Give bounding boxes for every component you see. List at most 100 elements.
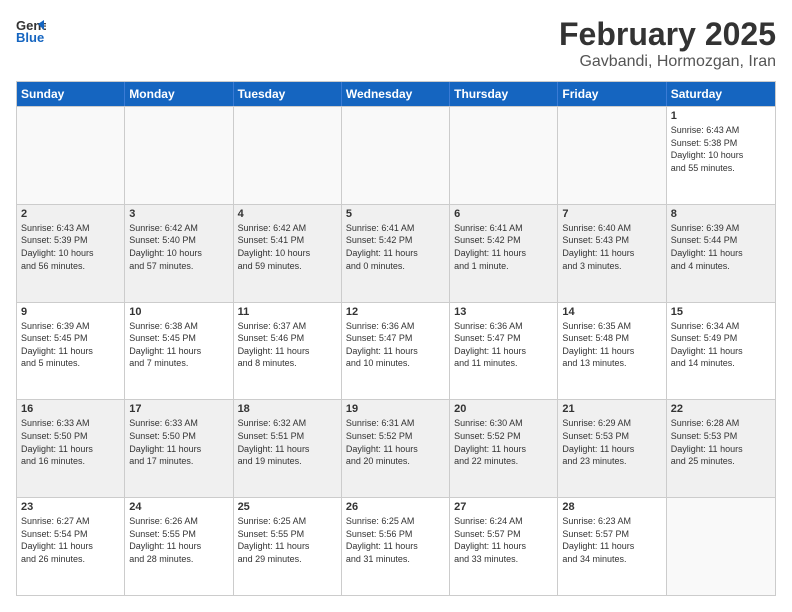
calendar-cell: 7 Sunrise: 6:40 AM Sunset: 5:43 PM Daylig… xyxy=(558,205,666,302)
day-number: 5 xyxy=(346,208,445,220)
month-title: February 2025 xyxy=(559,16,776,53)
calendar-cell xyxy=(17,107,125,204)
cell-info: Sunrise: 6:27 AM Sunset: 5:54 PM Dayligh… xyxy=(21,515,120,565)
cell-info: Sunrise: 6:33 AM Sunset: 5:50 PM Dayligh… xyxy=(21,417,120,467)
calendar-cell: 17Sunrise: 6:33 AM Sunset: 5:50 PM Dayli… xyxy=(125,400,233,497)
cell-info: Sunrise: 6:31 AM Sunset: 5:52 PM Dayligh… xyxy=(346,417,445,467)
calendar-cell: 6 Sunrise: 6:41 AM Sunset: 5:42 PM Daylig… xyxy=(450,205,558,302)
weekday-header: Wednesday xyxy=(342,82,450,106)
logo-icon: General Blue xyxy=(16,16,46,46)
calendar-cell xyxy=(558,107,666,204)
cell-info: Sunrise: 6:43 AM Sunset: 5:39 PM Dayligh… xyxy=(21,222,120,272)
cell-info: Sunrise: 6:34 AM Sunset: 5:49 PM Dayligh… xyxy=(671,320,771,370)
day-number: 25 xyxy=(238,501,337,513)
cell-info: Sunrise: 6:39 AM Sunset: 5:45 PM Dayligh… xyxy=(21,320,120,370)
day-number: 4 xyxy=(238,208,337,220)
day-number: 10 xyxy=(129,306,228,318)
calendar-row: 16 Sunrise: 6:33 AM Sunset: 5:50 PM Dayli… xyxy=(17,399,775,497)
calendar-cell: 25 Sunrise: 6:25 AM Sunset: 5:55 PM Dayli… xyxy=(234,498,342,595)
cell-info: Sunrise: 6:29 AM Sunset: 5:53 PM Dayligh… xyxy=(562,417,661,467)
calendar-cell: 16 Sunrise: 6:33 AM Sunset: 5:50 PM Dayli… xyxy=(17,400,125,497)
calendar-row: 1 Sunrise: 6:43 AM Sunset: 5:38 PM Daylig… xyxy=(17,106,775,204)
day-number: 23 xyxy=(21,501,120,513)
calendar-cell: 15 Sunrise: 6:34 AM Sunset: 5:49 PM Dayli… xyxy=(667,303,775,400)
calendar-cell: 2 Sunrise: 6:43 AM Sunset: 5:39 PM Daylig… xyxy=(17,205,125,302)
calendar-cell: 19 Sunrise: 6:31 AM Sunset: 5:52 PM Dayli… xyxy=(342,400,450,497)
day-number: 27 xyxy=(454,501,553,513)
cell-info: Sunrise: 6:33 AM Sunset: 5:50 PM Dayligh… xyxy=(129,417,228,467)
calendar-cell: 11 Sunrise: 6:37 AM Sunset: 5:46 PM Dayli… xyxy=(234,303,342,400)
calendar-cell: 18 Sunrise: 6:32 AM Sunset: 5:51 PM Dayli… xyxy=(234,400,342,497)
cell-info: Sunrise: 6:37 AM Sunset: 5:46 PM Dayligh… xyxy=(238,320,337,370)
calendar-cell: 4 Sunrise: 6:42 AM Sunset: 5:41 PM Daylig… xyxy=(234,205,342,302)
day-number: 2 xyxy=(21,208,120,220)
day-number: 12 xyxy=(346,306,445,318)
calendar-cell xyxy=(234,107,342,204)
day-number: 13 xyxy=(454,306,553,318)
day-number: 6 xyxy=(454,208,553,220)
day-number: 8 xyxy=(671,208,771,220)
day-number: 16 xyxy=(21,403,120,415)
weekday-header: Thursday xyxy=(450,82,558,106)
location-title: Gavbandi, Hormozgan, Iran xyxy=(559,53,776,71)
calendar-header: SundayMondayTuesdayWednesdayThursdayFrid… xyxy=(17,82,775,106)
weekday-header: Sunday xyxy=(17,82,125,106)
day-number: 21 xyxy=(562,403,661,415)
cell-info: Sunrise: 6:24 AM Sunset: 5:57 PM Dayligh… xyxy=(454,515,553,565)
calendar-cell: 8 Sunrise: 6:39 AM Sunset: 5:44 PM Daylig… xyxy=(667,205,775,302)
calendar-cell: 26 Sunrise: 6:25 AM Sunset: 5:56 PM Dayli… xyxy=(342,498,450,595)
day-number: 7 xyxy=(562,208,661,220)
cell-info: Sunrise: 6:41 AM Sunset: 5:42 PM Dayligh… xyxy=(346,222,445,272)
cell-info: Sunrise: 6:38 AM Sunset: 5:45 PM Dayligh… xyxy=(129,320,228,370)
calendar-cell: 23 Sunrise: 6:27 AM Sunset: 5:54 PM Dayli… xyxy=(17,498,125,595)
calendar-cell: 20 Sunrise: 6:30 AM Sunset: 5:52 PM Dayli… xyxy=(450,400,558,497)
weekday-header: Saturday xyxy=(667,82,775,106)
cell-info: Sunrise: 6:41 AM Sunset: 5:42 PM Dayligh… xyxy=(454,222,553,272)
cell-info: Sunrise: 6:26 AM Sunset: 5:55 PM Dayligh… xyxy=(129,515,228,565)
cell-info: Sunrise: 6:32 AM Sunset: 5:51 PM Dayligh… xyxy=(238,417,337,467)
calendar-cell: 22Sunrise: 6:28 AM Sunset: 5:53 PM Dayli… xyxy=(667,400,775,497)
calendar-cell: 1 Sunrise: 6:43 AM Sunset: 5:38 PM Daylig… xyxy=(667,107,775,204)
svg-text:Blue: Blue xyxy=(16,30,44,45)
calendar-cell xyxy=(450,107,558,204)
day-number: 18 xyxy=(238,403,337,415)
day-number: 9 xyxy=(21,306,120,318)
logo: General Blue xyxy=(16,16,50,46)
calendar-cell xyxy=(667,498,775,595)
page: General Blue February 2025 Gavbandi, Hor… xyxy=(0,0,792,612)
day-number: 28 xyxy=(562,501,661,513)
day-number: 15 xyxy=(671,306,771,318)
weekday-header: Monday xyxy=(125,82,233,106)
calendar-row: 2 Sunrise: 6:43 AM Sunset: 5:39 PM Daylig… xyxy=(17,204,775,302)
day-number: 3 xyxy=(129,208,228,220)
cell-info: Sunrise: 6:23 AM Sunset: 5:57 PM Dayligh… xyxy=(562,515,661,565)
calendar-cell: 28 Sunrise: 6:23 AM Sunset: 5:57 PM Dayli… xyxy=(558,498,666,595)
cell-info: Sunrise: 6:25 AM Sunset: 5:56 PM Dayligh… xyxy=(346,515,445,565)
day-number: 22 xyxy=(671,403,771,415)
calendar-cell: 3 Sunrise: 6:42 AM Sunset: 5:40 PM Daylig… xyxy=(125,205,233,302)
cell-info: Sunrise: 6:42 AM Sunset: 5:41 PM Dayligh… xyxy=(238,222,337,272)
cell-info: Sunrise: 6:42 AM Sunset: 5:40 PM Dayligh… xyxy=(129,222,228,272)
day-number: 19 xyxy=(346,403,445,415)
cell-info: Sunrise: 6:36 AM Sunset: 5:47 PM Dayligh… xyxy=(454,320,553,370)
calendar-cell: 12 Sunrise: 6:36 AM Sunset: 5:47 PM Dayli… xyxy=(342,303,450,400)
title-block: February 2025 Gavbandi, Hormozgan, Iran xyxy=(559,16,776,71)
day-number: 20 xyxy=(454,403,553,415)
cell-info: Sunrise: 6:43 AM Sunset: 5:38 PM Dayligh… xyxy=(671,124,771,174)
cell-info: Sunrise: 6:40 AM Sunset: 5:43 PM Dayligh… xyxy=(562,222,661,272)
calendar-cell xyxy=(125,107,233,204)
cell-info: Sunrise: 6:39 AM Sunset: 5:44 PM Dayligh… xyxy=(671,222,771,272)
day-number: 11 xyxy=(238,306,337,318)
cell-info: Sunrise: 6:35 AM Sunset: 5:48 PM Dayligh… xyxy=(562,320,661,370)
weekday-header: Friday xyxy=(558,82,666,106)
day-number: 1 xyxy=(671,110,771,122)
day-number: 26 xyxy=(346,501,445,513)
calendar-cell: 24 Sunrise: 6:26 AM Sunset: 5:55 PM Dayli… xyxy=(125,498,233,595)
weekday-header: Tuesday xyxy=(234,82,342,106)
cell-info: Sunrise: 6:25 AM Sunset: 5:55 PM Dayligh… xyxy=(238,515,337,565)
calendar-cell: 14Sunrise: 6:35 AM Sunset: 5:48 PM Dayli… xyxy=(558,303,666,400)
calendar-cell: 9 Sunrise: 6:39 AM Sunset: 5:45 PM Daylig… xyxy=(17,303,125,400)
day-number: 24 xyxy=(129,501,228,513)
cell-info: Sunrise: 6:36 AM Sunset: 5:47 PM Dayligh… xyxy=(346,320,445,370)
cell-info: Sunrise: 6:30 AM Sunset: 5:52 PM Dayligh… xyxy=(454,417,553,467)
